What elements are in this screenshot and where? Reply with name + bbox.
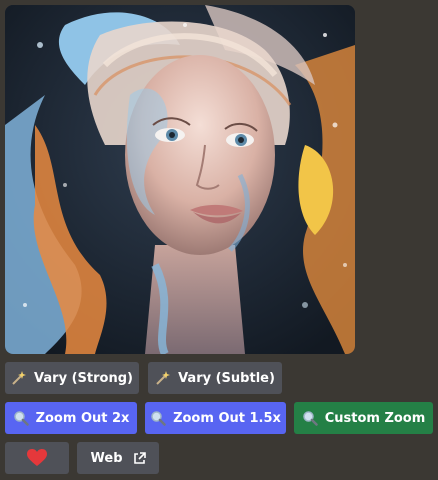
zoom-out-2x-button[interactable]: Zoom Out 2x (5, 402, 137, 434)
favorite-button[interactable] (5, 442, 69, 474)
external-link-icon (133, 451, 146, 465)
vary-subtle-button[interactable]: Vary (Subtle) (148, 362, 282, 394)
zoom-out-1-5x-button[interactable]: Zoom Out 1.5x (145, 402, 286, 434)
portrait-illustration (5, 5, 355, 354)
vary-strong-button[interactable]: Vary (Strong) (5, 362, 139, 394)
custom-zoom-button[interactable]: Custom Zoom (294, 402, 433, 434)
vary-strong-label: Vary (Strong) (34, 370, 133, 386)
custom-zoom-label: Custom Zoom (324, 410, 426, 426)
magnifier-icon (150, 410, 166, 426)
magnifier-icon (302, 410, 318, 426)
web-label: Web (90, 450, 123, 466)
zoom-out-2x-label: Zoom Out 2x (35, 410, 130, 426)
generated-image[interactable] (5, 5, 355, 354)
magnifier-icon (13, 410, 29, 426)
vary-subtle-label: Vary (Subtle) (178, 370, 275, 386)
zoom-out-1-5x-label: Zoom Out 1.5x (173, 410, 281, 426)
web-button[interactable]: Web (77, 442, 159, 474)
heart-icon (27, 449, 47, 467)
magic-wand-icon (155, 370, 171, 386)
magic-wand-icon (11, 370, 27, 386)
